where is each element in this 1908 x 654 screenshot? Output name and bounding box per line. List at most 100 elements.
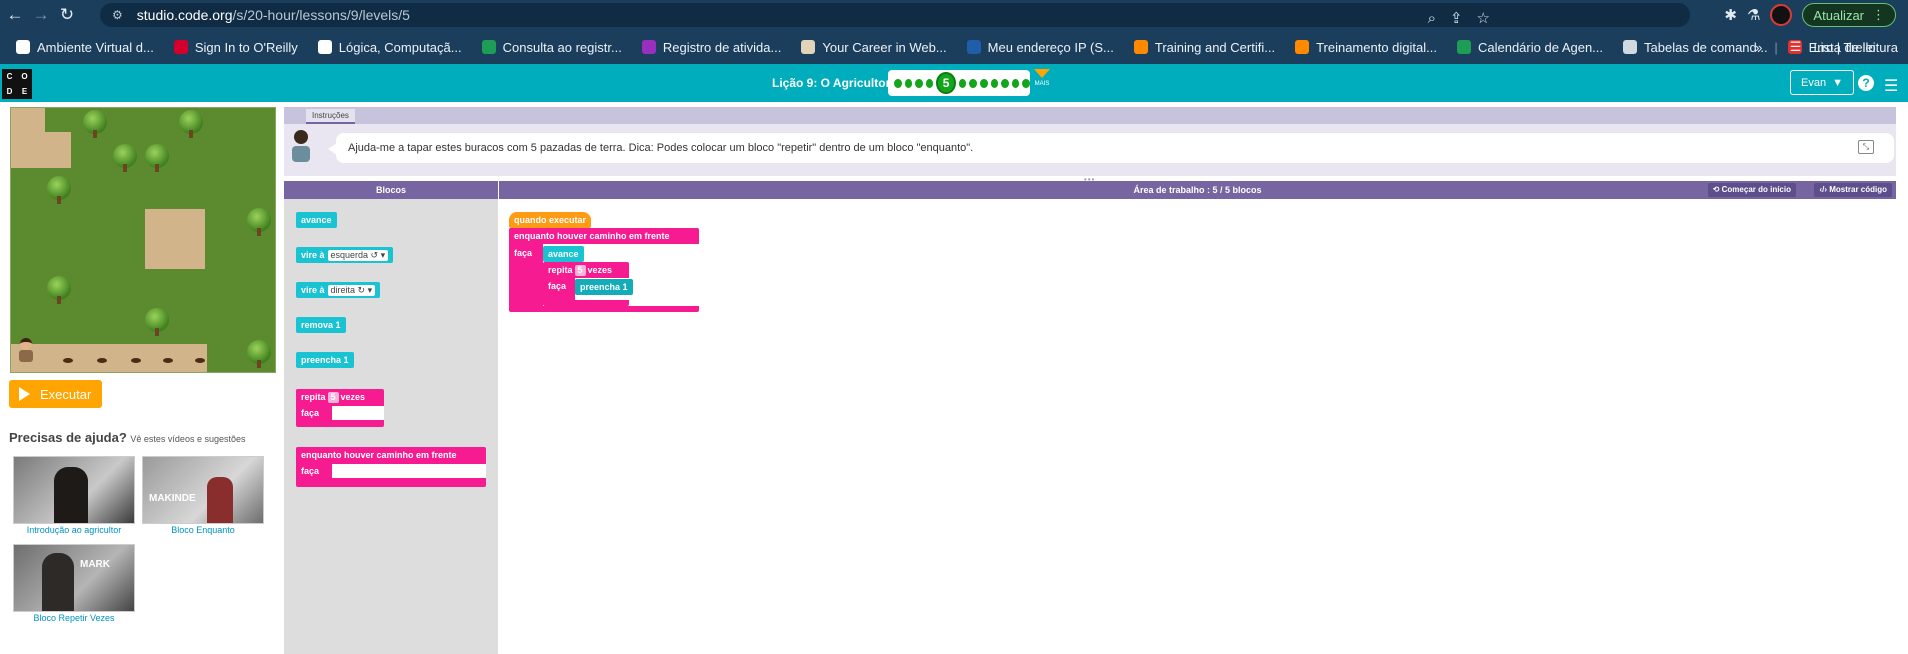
back-icon[interactable]: ← [2,2,28,28]
bookmark-item[interactable]: Registro de ativida... [632,40,792,55]
tab-instructions[interactable]: Instruções [306,109,355,124]
level-dot[interactable] [904,78,913,88]
video-overlay-text: MARK [80,559,110,570]
level-dot[interactable] [1011,78,1020,88]
caret-down-icon: ▼ [1832,76,1843,89]
app-header: C O D E Lição 9: O Agricultor 5 MAIS Eva… [0,64,1908,102]
bookmark-item[interactable]: Treinamento digital... [1285,40,1447,55]
block-while-path[interactable]: enquanto houver caminho em frente faça [296,447,486,487]
block-repeat[interactable]: repita 5 vezes faça [296,389,384,427]
bookmark-favicon-icon [1295,40,1310,54]
block-fill[interactable]: preencha 1 [296,352,354,368]
tree [83,110,107,138]
more-bookmarks-icon[interactable]: » [1755,40,1762,55]
level-dot[interactable] [979,78,988,88]
workspace-header: Área de trabalho : 5 / 5 blocos ⟲ Começa… [499,181,1896,199]
direction-dropdown[interactable]: esquerda ↺ ▾ [327,250,389,261]
block-turn-right[interactable]: vire à direita ↻ ▾ [296,282,381,298]
level-dot[interactable] [1001,78,1009,88]
game-canvas[interactable] [10,107,276,373]
lesson-title[interactable]: Lição 9: O Agricultor [772,76,890,90]
share-icon[interactable]: ⇪ [1450,9,1463,27]
user-menu-button[interactable]: Evan ▼ [1790,70,1854,95]
current-level-dot[interactable]: 5 [936,72,956,94]
bookmark-favicon-icon [1623,40,1638,54]
instructions-bubble: Ajuda-me a tapar estes buracos com 5 paz… [328,133,1894,163]
hole [63,358,73,363]
video-caption[interactable]: Bloco Repetir Vezes [4,613,144,623]
reading-list-icon[interactable]: ☰ [1790,39,1802,55]
level-dot[interactable] [1022,78,1030,88]
address-bar[interactable]: ⚙ studio.code.org/s/20-hour/lessons/9/le… [100,3,1690,27]
more-vert-icon: ⋮ [1872,7,1885,22]
show-code-button[interactable]: ‹/› Mostrar código [1814,183,1892,197]
reset-button[interactable]: ⟲ Começar do início [1707,183,1796,197]
level-dot[interactable] [894,78,902,88]
instructions-panel: Ajuda-me a tapar estes buracos com 5 paz… [284,124,1896,176]
presenter-image [54,467,88,523]
reading-list[interactable]: Lista de leitura [1813,40,1898,55]
collapse-instructions-icon[interactable]: ⤡ [1858,140,1874,154]
presenter-image [42,553,74,611]
tree [47,276,71,304]
level-dot[interactable] [990,78,999,88]
url-path: /s/20-hour/lessons/9/levels/5 [232,7,410,23]
direction-dropdown[interactable]: direita ↻ ▾ [327,285,376,296]
video-thumbnail[interactable]: MAKINDE [142,456,264,524]
tree [47,176,71,204]
dirt-mound [145,209,205,269]
level-dot[interactable] [915,78,923,88]
bookmark-item[interactable]: Lógica, Computaçã... [308,40,472,55]
bookmark-item[interactable]: Tabelas de comand... [1613,40,1778,55]
code-org-logo[interactable]: C O D E [2,69,32,99]
block-when-run[interactable]: quando executar [509,212,592,228]
bookmark-item[interactable]: Ambiente Virtual d... [6,40,164,55]
hole [97,358,107,363]
workspace[interactable]: quando executar enquanto houver caminho … [499,199,1896,654]
video-caption[interactable]: Bloco Enquanto [133,525,273,535]
extensions-icon[interactable]: ✱ [1724,6,1737,24]
video-thumbnail[interactable]: MARK [13,544,135,612]
block-move-forward[interactable]: avance [543,246,584,262]
forward-icon[interactable]: → [28,2,54,28]
block-turn-left[interactable]: vire à esquerda ↺ ▾ [296,247,394,263]
hole [195,358,205,363]
bookmark-favicon-icon [173,40,188,54]
labs-flask-icon[interactable]: ⚗ [1747,6,1760,24]
profile-avatar[interactable] [1770,4,1793,26]
zoom-icon[interactable]: ⌕ [1428,10,1436,27]
bookmark-item[interactable]: Consulta ao registr... [472,40,632,55]
character-avatar [290,130,312,164]
hamburger-menu-icon[interactable]: ☰ [1884,76,1898,96]
site-info-icon[interactable]: ⚙ [112,8,123,22]
instructions-text: Ajuda-me a tapar estes buracos com 5 paz… [348,142,974,154]
video-thumbnail[interactable] [13,456,135,524]
bookmark-item[interactable]: Meu endereço IP (S... [957,40,1124,55]
run-button[interactable]: Executar [9,380,102,408]
bookmark-item[interactable]: Your Career in Web... [791,40,956,55]
farmer-character [17,338,35,364]
more-levels-button[interactable]: MAIS [1034,69,1050,88]
help-icon[interactable]: ? [1858,75,1874,91]
level-dot[interactable] [958,78,967,88]
bookmark-favicon-icon [1456,40,1471,54]
bookmark-item[interactable]: Calendário de Agen... [1447,40,1613,55]
update-button[interactable]: Atualizar ⋮ [1802,3,1896,27]
toolbox-header: Blocos [284,181,498,199]
tree [113,144,137,172]
bookmark-item[interactable]: Sign In to O'Reilly [164,40,308,55]
presenter-image [207,477,233,523]
reload-icon[interactable]: ↻ [54,2,80,28]
level-dot[interactable] [925,78,934,88]
hole [131,358,141,363]
toolbox: avance vire à esquerda ↺ ▾ vire à direita … [284,199,498,654]
bookmark-star-icon[interactable]: ☆ [1477,9,1490,27]
help-heading: Precisas de ajuda? Vê estes vídeos e sug… [9,430,246,445]
block-remove[interactable]: remova 1 [296,317,346,333]
level-dot[interactable] [969,78,977,88]
bookmark-item[interactable]: Training and Certifi... [1124,40,1285,55]
block-move-forward[interactable]: avance [296,212,337,228]
dirt-path [11,344,207,372]
video-caption[interactable]: Introdução ao agricultor [4,525,144,535]
block-fill[interactable]: preencha 1 [575,279,633,295]
